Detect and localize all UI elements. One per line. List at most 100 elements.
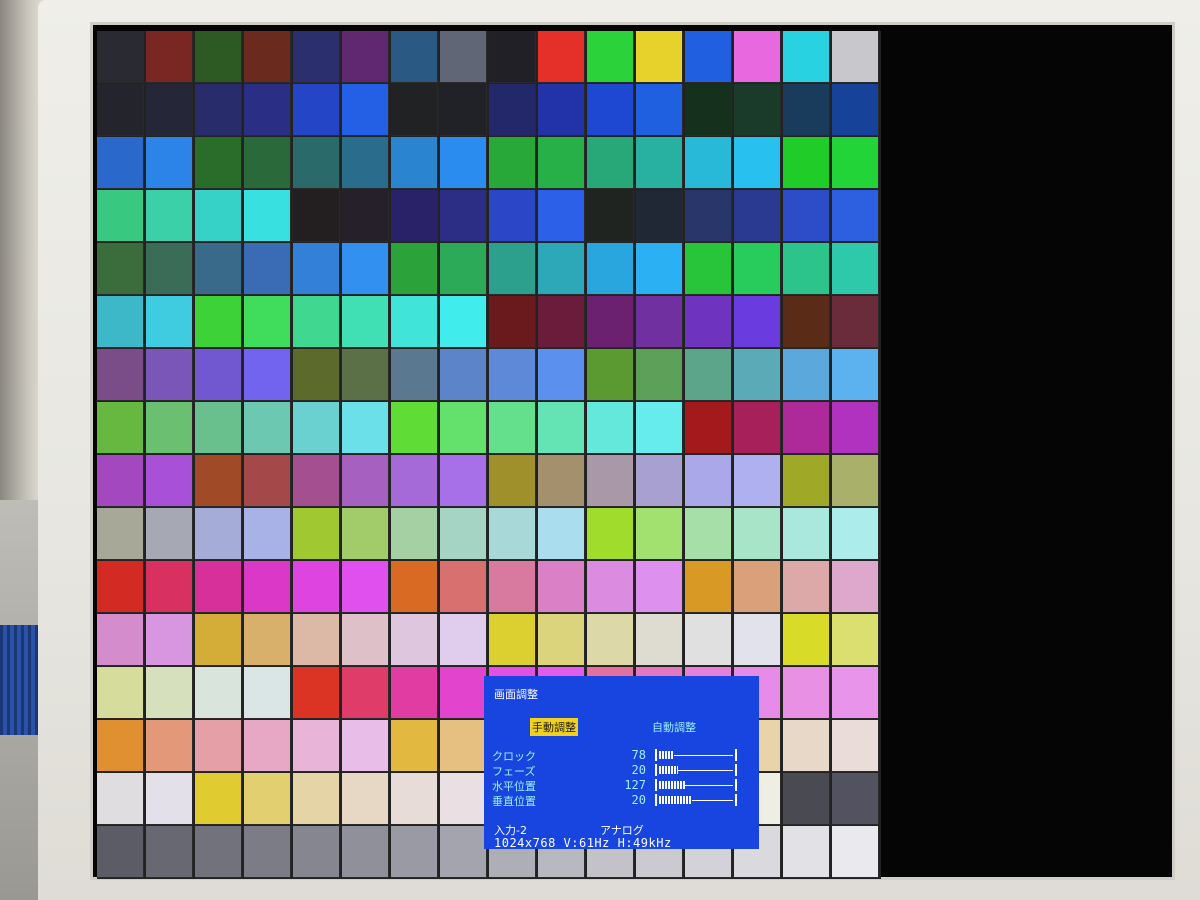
- setting-row-phase[interactable]: フェーズ 20: [492, 763, 754, 778]
- color-cell: [636, 402, 683, 454]
- setting-row-h-position[interactable]: 水平位置 127: [492, 778, 754, 793]
- color-cell: [342, 31, 389, 83]
- color-cell: [195, 137, 242, 189]
- color-cell: [97, 190, 144, 242]
- color-cell: [244, 508, 291, 560]
- color-cell: [538, 508, 585, 560]
- color-cell: [587, 190, 634, 242]
- color-cell: [440, 826, 487, 878]
- color-cell: [538, 31, 585, 83]
- color-cell: [293, 31, 340, 83]
- color-cell: [832, 349, 879, 401]
- color-cell: [440, 561, 487, 613]
- color-cell: [489, 349, 536, 401]
- color-cell: [783, 614, 830, 666]
- setting-slider[interactable]: [655, 764, 737, 776]
- color-cell: [342, 667, 389, 719]
- setting-slider[interactable]: [655, 749, 737, 761]
- color-cell: [97, 84, 144, 136]
- color-cell: [146, 667, 193, 719]
- color-cell: [685, 455, 732, 507]
- color-cell: [97, 455, 144, 507]
- color-cell: [587, 614, 634, 666]
- color-cell: [587, 349, 634, 401]
- color-cell: [391, 826, 438, 878]
- color-cell: [685, 137, 732, 189]
- color-cell: [538, 137, 585, 189]
- color-cell: [636, 31, 683, 83]
- color-cell: [636, 561, 683, 613]
- color-cell: [734, 349, 781, 401]
- color-cell: [636, 349, 683, 401]
- color-cell: [342, 614, 389, 666]
- color-cell: [293, 508, 340, 560]
- color-cell: [489, 31, 536, 83]
- color-cell: [97, 561, 144, 613]
- color-cell: [783, 190, 830, 242]
- setting-label: 垂直位置: [492, 795, 536, 808]
- color-cell: [734, 137, 781, 189]
- color-cell: [489, 296, 536, 348]
- color-cell: [832, 31, 879, 83]
- color-cell: [636, 84, 683, 136]
- color-cell: [391, 190, 438, 242]
- color-cell: [146, 137, 193, 189]
- color-cell: [489, 137, 536, 189]
- color-cell: [538, 614, 585, 666]
- color-cell: [97, 614, 144, 666]
- color-cell: [244, 561, 291, 613]
- color-cell: [440, 84, 487, 136]
- color-cell: [783, 402, 830, 454]
- color-cell: [783, 455, 830, 507]
- color-cell: [783, 826, 830, 878]
- color-cell: [636, 137, 683, 189]
- color-cell: [734, 455, 781, 507]
- setting-slider[interactable]: [655, 779, 737, 791]
- tab-manual-adjust[interactable]: 手動調整: [530, 718, 578, 736]
- setting-row-v-position[interactable]: 垂直位置 20: [492, 793, 754, 808]
- color-cell: [734, 508, 781, 560]
- color-cell: [195, 773, 242, 825]
- color-cell: [293, 190, 340, 242]
- color-cell: [783, 561, 830, 613]
- tab-auto-adjust[interactable]: 自動調整: [652, 719, 696, 735]
- color-cell: [440, 296, 487, 348]
- color-cell: [587, 508, 634, 560]
- color-cell: [734, 243, 781, 295]
- setting-label: クロック: [492, 750, 536, 763]
- color-cell: [195, 243, 242, 295]
- color-cell: [342, 826, 389, 878]
- color-cell: [391, 31, 438, 83]
- color-cell: [832, 667, 879, 719]
- color-cell: [489, 561, 536, 613]
- color-cell: [146, 508, 193, 560]
- color-cell: [636, 508, 683, 560]
- color-cell: [342, 455, 389, 507]
- setting-value: 20: [631, 763, 646, 777]
- color-cell: [195, 349, 242, 401]
- color-cell: [391, 84, 438, 136]
- color-cell: [587, 296, 634, 348]
- setting-slider[interactable]: [655, 794, 737, 806]
- color-cell: [587, 455, 634, 507]
- color-cell: [293, 455, 340, 507]
- color-cell: [685, 614, 732, 666]
- color-cell: [440, 243, 487, 295]
- color-cell: [832, 243, 879, 295]
- color-cell: [391, 455, 438, 507]
- color-cell: [195, 826, 242, 878]
- color-cell: [832, 614, 879, 666]
- color-cell: [391, 137, 438, 189]
- color-cell: [783, 720, 830, 772]
- color-cell: [440, 137, 487, 189]
- setting-row-clock[interactable]: クロック 78: [492, 748, 754, 763]
- color-cell: [783, 508, 830, 560]
- color-cell: [391, 296, 438, 348]
- color-cell: [832, 84, 879, 136]
- color-cell: [587, 84, 634, 136]
- color-cell: [293, 402, 340, 454]
- color-cell: [97, 349, 144, 401]
- color-cell: [244, 826, 291, 878]
- color-cell: [244, 455, 291, 507]
- color-cell: [440, 190, 487, 242]
